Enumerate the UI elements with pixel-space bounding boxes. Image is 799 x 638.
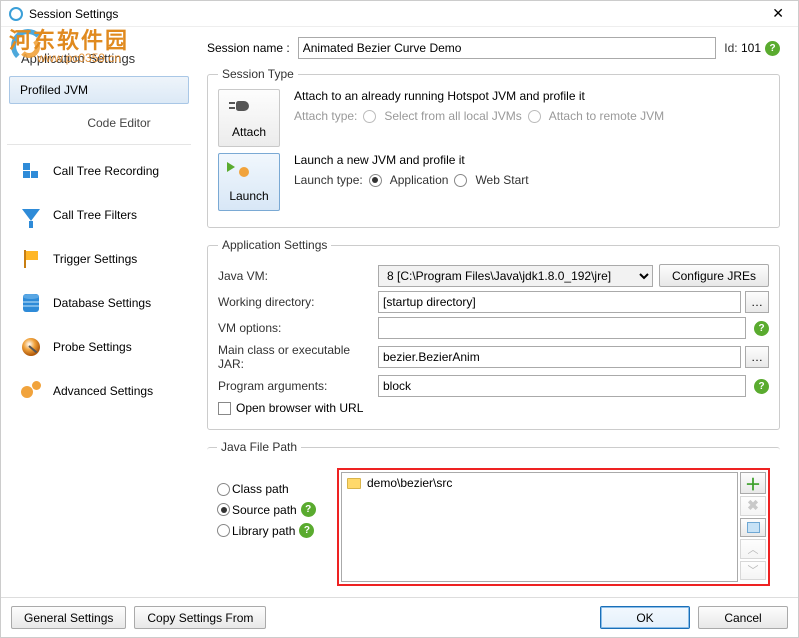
sidebar-item-profiled-jvm[interactable]: Profiled JVM <box>9 76 189 104</box>
browse-working-dir-button[interactable]: … <box>745 291 769 313</box>
sidebar-item-label: Advanced Settings <box>53 384 153 398</box>
browse-path-button[interactable] <box>740 518 766 538</box>
add-path-button[interactable]: ＋ <box>740 472 766 494</box>
java-file-path-legend: Java File Path <box>217 440 301 454</box>
attach-button[interactable]: Attach <box>218 89 280 147</box>
open-browser-label: Open browser with URL <box>236 401 363 415</box>
plug-icon <box>236 97 262 123</box>
session-name-input[interactable] <box>298 37 717 59</box>
working-dir-input[interactable] <box>378 291 741 313</box>
java-file-path-group: Java File Path Class path Source path? L… <box>207 440 780 586</box>
radio-source-path[interactable] <box>217 503 230 516</box>
flag-icon <box>19 247 43 271</box>
launch-button[interactable]: Launch <box>218 153 280 211</box>
session-name-label: Session name : <box>207 41 290 55</box>
sidebar-item-call-tree-recording[interactable]: Call Tree Recording <box>9 153 189 189</box>
browse-main-class-button[interactable]: … <box>745 346 769 368</box>
configure-jres-button[interactable]: Configure JREs <box>659 264 769 287</box>
sidebar-item-label: Database Settings <box>53 296 151 310</box>
main-class-input[interactable] <box>378 346 741 368</box>
folder-open-icon <box>747 522 760 533</box>
chevron-down-icon: ﹀ <box>748 562 759 578</box>
close-icon[interactable]: ✕ <box>766 5 790 22</box>
sidebar-item-database-settings[interactable]: Database Settings <box>9 285 189 321</box>
help-icon[interactable]: ? <box>301 502 316 517</box>
sidebar-item-code-editor[interactable]: Code Editor <box>7 112 191 134</box>
footer: General Settings Copy Settings From OK C… <box>1 597 798 637</box>
app-icon <box>9 7 23 21</box>
java-vm-select[interactable]: 8 [C:\Program Files\Java\jdk1.8.0_192\jr… <box>378 265 653 287</box>
window-title: Session Settings <box>29 7 766 21</box>
sidebar-item-label: Trigger Settings <box>53 252 137 266</box>
launch-icon <box>236 161 262 187</box>
folder-icon <box>347 478 361 489</box>
radio-library-path[interactable] <box>217 524 230 537</box>
sidebar-item-advanced-settings[interactable]: Advanced Settings <box>9 373 189 409</box>
sidebar: Application Settings Profiled JVM Code E… <box>1 27 197 597</box>
open-browser-checkbox[interactable] <box>218 402 231 415</box>
database-icon <box>19 291 43 315</box>
sidebar-item-probe-settings[interactable]: Probe Settings <box>9 329 189 365</box>
session-type-legend: Session Type <box>218 67 298 81</box>
radio-attach-remote-jvm <box>528 110 541 123</box>
sidebar-item-label: Call Tree Recording <box>53 164 159 178</box>
program-args-label: Program arguments: <box>218 379 378 393</box>
sidebar-item-label: Profiled JVM <box>20 83 88 97</box>
plus-icon: ＋ <box>745 471 761 495</box>
application-settings-group: Application Settings Java VM: 8 [C:\Prog… <box>207 238 780 430</box>
help-icon[interactable]: ? <box>754 321 769 336</box>
tree-icon <box>19 159 43 183</box>
help-icon[interactable]: ? <box>765 41 780 56</box>
probe-icon <box>19 335 43 359</box>
attach-title: Attach to an already running Hotspot JVM… <box>294 89 769 103</box>
sidebar-item-label: Call Tree Filters <box>53 208 137 222</box>
working-dir-label: Working directory: <box>218 295 378 309</box>
titlebar: Session Settings ✕ <box>1 1 798 27</box>
help-icon[interactable]: ? <box>754 379 769 394</box>
program-args-input[interactable] <box>378 375 746 397</box>
application-settings-legend: Application Settings <box>218 238 331 252</box>
divider <box>7 144 191 145</box>
funnel-icon <box>19 203 43 227</box>
list-item[interactable]: demo\bezier\src <box>342 473 737 493</box>
copy-settings-button[interactable]: Copy Settings From <box>134 606 266 629</box>
vm-options-input[interactable] <box>378 317 746 339</box>
move-up-button[interactable]: ︿ <box>740 539 766 559</box>
content: Session name : Id: 101 ? Session Type At… <box>197 27 798 597</box>
radio-application[interactable] <box>369 174 382 187</box>
ok-button[interactable]: OK <box>600 606 690 629</box>
gears-icon <box>19 379 43 403</box>
watermark-logo <box>9 27 51 69</box>
radio-class-path[interactable] <box>217 483 230 496</box>
radio-select-local-jvms <box>363 110 376 123</box>
sidebar-item-call-tree-filters[interactable]: Call Tree Filters <box>9 197 189 233</box>
attach-type-label: Attach type: <box>294 109 357 123</box>
general-settings-button[interactable]: General Settings <box>11 606 126 629</box>
session-type-group: Session Type Attach Attach to an already… <box>207 67 780 228</box>
launch-title: Launch a new JVM and profile it <box>294 153 769 167</box>
session-id-value: 101 <box>741 41 761 55</box>
help-icon[interactable]: ? <box>299 523 314 538</box>
move-down-button[interactable]: ﹀ <box>740 561 766 581</box>
remove-path-button[interactable]: ✖ <box>740 496 766 516</box>
chevron-up-icon: ︿ <box>748 541 759 557</box>
sidebar-item-trigger-settings[interactable]: Trigger Settings <box>9 241 189 277</box>
java-vm-label: Java VM: <box>218 269 378 283</box>
session-id-label: Id: <box>724 41 737 55</box>
sidebar-item-label: Probe Settings <box>53 340 132 354</box>
path-list[interactable]: demo\bezier\src <box>341 472 738 582</box>
vm-options-label: VM options: <box>218 321 378 335</box>
radio-web-start[interactable] <box>454 174 467 187</box>
cancel-button[interactable]: Cancel <box>698 606 788 629</box>
launch-type-label: Launch type: <box>294 173 363 187</box>
x-icon: ✖ <box>747 497 759 514</box>
main-class-label: Main class or executable JAR: <box>218 343 378 371</box>
